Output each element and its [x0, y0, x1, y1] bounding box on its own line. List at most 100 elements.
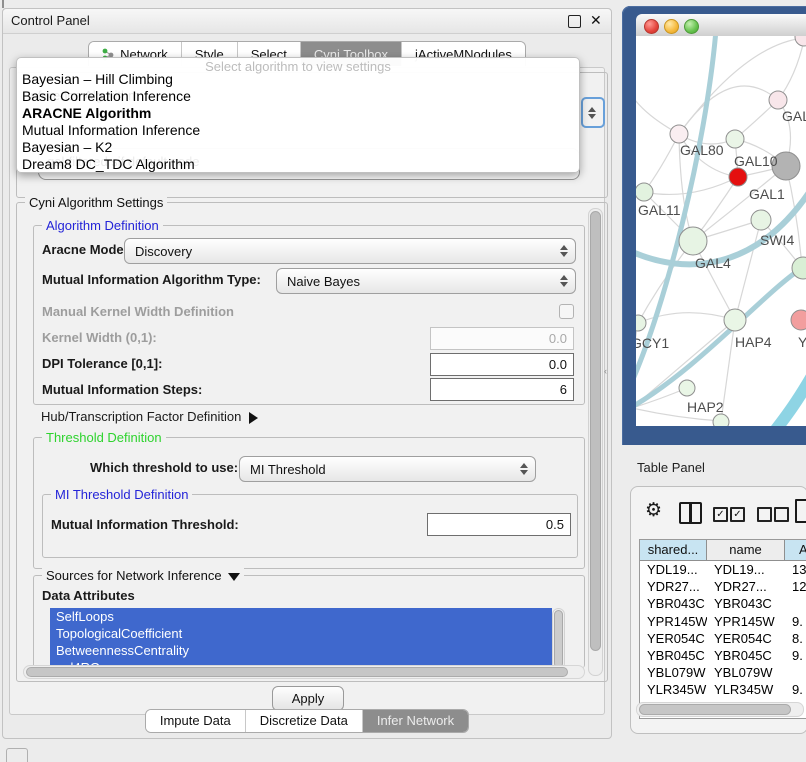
- node-table: shared...nameA YDL19...YDL19...13YDR27..…: [639, 539, 806, 719]
- network-node-label: GAL10: [734, 153, 778, 169]
- network-node-label: GAL: [782, 108, 806, 124]
- which-threshold-combobox[interactable]: MI Threshold: [239, 456, 536, 482]
- attribute-list-item[interactable]: SelfLoops: [50, 608, 552, 625]
- close-traffic-light[interactable]: [644, 19, 659, 34]
- tab-infer-network[interactable]: Infer Network: [363, 710, 468, 732]
- mi-algorithm-type-combobox[interactable]: Naive Bayes: [276, 268, 576, 294]
- settings-group-title: Cyni Algorithm Settings: [25, 195, 167, 210]
- table-row[interactable]: YPR145WYPR145W9.: [640, 613, 806, 630]
- unchecked-checkbox-icon[interactable]: [757, 507, 772, 522]
- algorithm-option[interactable]: Dream8 DC_TDC Algorithm: [17, 156, 579, 173]
- network-node[interactable]: [795, 36, 806, 46]
- settings-vertical-scrollbar[interactable]: [588, 208, 603, 676]
- aracne-mode-label: Aracne Mode:: [42, 242, 128, 257]
- table-horizontal-scrollbar[interactable]: [636, 702, 804, 717]
- table-row[interactable]: YER054CYER054C8.: [640, 630, 806, 647]
- expand-right-icon: [249, 412, 258, 424]
- table-row[interactable]: YLR345WYLR345W9.: [640, 681, 806, 698]
- algorithm-option[interactable]: Bayesian – Hill Climbing: [17, 71, 579, 88]
- network-node[interactable]: [769, 91, 787, 109]
- network-window-titlebar[interactable]: [636, 14, 806, 37]
- zoom-traffic-light[interactable]: [684, 19, 699, 34]
- network-node[interactable]: [679, 227, 707, 255]
- aracne-mode-combobox[interactable]: Discovery: [124, 238, 576, 264]
- algorithm-option[interactable]: Bayesian – K2: [17, 139, 579, 156]
- network-node[interactable]: [670, 125, 688, 143]
- document-icon[interactable]: [795, 499, 806, 523]
- network-view-window: GALGAL80GAL10GAL1GAL11SWI4GAL4GCY1HAP4YH…: [622, 6, 806, 445]
- table-body: YDL19...YDL19...13YDR27...YDR27...12YBR0…: [640, 561, 806, 716]
- table-column-header[interactable]: name: [707, 540, 785, 560]
- unchecked-checkbox-icon[interactable]: [774, 507, 789, 522]
- algorithm-dropdown-popup: Select algorithm to view settings Infere…: [16, 57, 580, 173]
- scrollbar-thumb[interactable]: [590, 211, 601, 651]
- algorithm-definition-group: Algorithm Definition Aracne Mode: Discov…: [33, 225, 585, 405]
- network-node[interactable]: [724, 309, 746, 331]
- algorithm-option[interactable]: Basic Correlation Inference: [17, 88, 579, 105]
- which-threshold-label: Which threshold to use:: [90, 460, 238, 475]
- data-attributes-label: Data Attributes: [42, 588, 135, 603]
- focused-combobox-fragment[interactable]: [581, 97, 605, 128]
- table-row[interactable]: YBL079WYBL079W: [640, 664, 806, 681]
- dpi-tolerance-field[interactable]: 0.0: [430, 353, 574, 376]
- table-row[interactable]: YBR043CYBR043C: [640, 595, 806, 612]
- attribute-list-item[interactable]: TopologicalCoefficient: [50, 625, 552, 642]
- network-node-label: SWI4: [760, 232, 794, 248]
- kernel-width-field[interactable]: 0.0: [430, 327, 574, 350]
- checked-checkbox-icon[interactable]: ✓: [730, 507, 745, 522]
- network-node[interactable]: [729, 168, 747, 186]
- table-row[interactable]: YBR045CYBR045C9.: [640, 647, 806, 664]
- attributes-scrollbar[interactable]: [552, 608, 565, 670]
- mi-threshold-field[interactable]: 0.5: [427, 513, 571, 536]
- table-row[interactable]: YDR27...YDR27...12: [640, 578, 806, 595]
- split-columns-icon[interactable]: [679, 502, 702, 524]
- tab-discretize-data[interactable]: Discretize Data: [246, 710, 363, 732]
- minimize-traffic-light[interactable]: [664, 19, 679, 34]
- control-panel-titlebar[interactable]: Control Panel ✕: [3, 9, 611, 34]
- mi-steps-field[interactable]: 6: [430, 378, 574, 401]
- network-edge[interactable]: [774, 376, 806, 426]
- network-edge[interactable]: [778, 40, 804, 100]
- table-column-header[interactable]: shared...: [640, 540, 707, 560]
- table-row[interactable]: YDL19...YDL19...13: [640, 561, 806, 578]
- settings-horizontal-scrollbar[interactable]: [23, 665, 585, 679]
- network-node[interactable]: [791, 310, 806, 330]
- screen: Control Panel ✕ Network Style Select: [0, 0, 806, 762]
- network-node[interactable]: [726, 130, 744, 148]
- network-node[interactable]: [713, 414, 729, 426]
- manual-kernel-label: Manual Kernel Width Definition: [42, 304, 234, 319]
- tab-impute-data[interactable]: Impute Data: [146, 710, 246, 732]
- attribute-list-item[interactable]: BetweennessCentrality: [50, 642, 552, 659]
- network-node-label: GAL80: [680, 142, 724, 158]
- splitter-handle-icon[interactable]: ‹: [604, 366, 612, 376]
- network-edge[interactable]: [644, 134, 679, 192]
- network-edge[interactable]: [679, 86, 778, 134]
- network-node[interactable]: [636, 315, 646, 331]
- apply-button[interactable]: Apply: [272, 686, 344, 711]
- collapsed-panel-button[interactable]: [6, 748, 28, 762]
- close-icon[interactable]: ✕: [590, 15, 601, 26]
- network-node[interactable]: [751, 210, 771, 230]
- network-node[interactable]: [679, 380, 695, 396]
- collapse-down-icon: [228, 573, 240, 581]
- combo-stepper-icon: [588, 107, 596, 119]
- checked-checkbox-icon[interactable]: ✓: [713, 507, 728, 522]
- table-panel-window: ⚙ ✓ ✓ shared...nameA YDL19...YDL19...13Y…: [630, 486, 806, 734]
- manual-kernel-checkbox[interactable]: [559, 304, 574, 319]
- network-canvas[interactable]: GALGAL80GAL10GAL1GAL11SWI4GAL4GCY1HAP4YH…: [636, 36, 806, 426]
- table-column-header[interactable]: A: [785, 540, 806, 560]
- threshold-definition-title: Threshold Definition: [42, 430, 166, 445]
- gear-icon[interactable]: ⚙: [645, 499, 662, 522]
- hub-definition-expander[interactable]: Hub/Transcription Factor Definition: [41, 409, 258, 424]
- algorithm-option[interactable]: Mutual Information Inference: [17, 122, 579, 139]
- window-title: Control Panel: [11, 13, 90, 28]
- float-window-icon[interactable]: [568, 15, 581, 28]
- algorithm-option[interactable]: ARACNE Algorithm: [17, 105, 579, 122]
- mi-threshold-label: Mutual Information Threshold:: [51, 517, 239, 532]
- network-node[interactable]: [636, 183, 653, 201]
- algorithm-options-list: Bayesian – Hill ClimbingBasic Correlatio…: [17, 71, 579, 173]
- network-node-label: HAP2: [687, 399, 724, 415]
- sources-title[interactable]: Sources for Network Inference: [42, 568, 244, 583]
- data-attributes-list[interactable]: SelfLoopsTopologicalCoefficientBetweenne…: [50, 608, 552, 668]
- mi-type-label: Mutual Information Algorithm Type:: [42, 272, 261, 287]
